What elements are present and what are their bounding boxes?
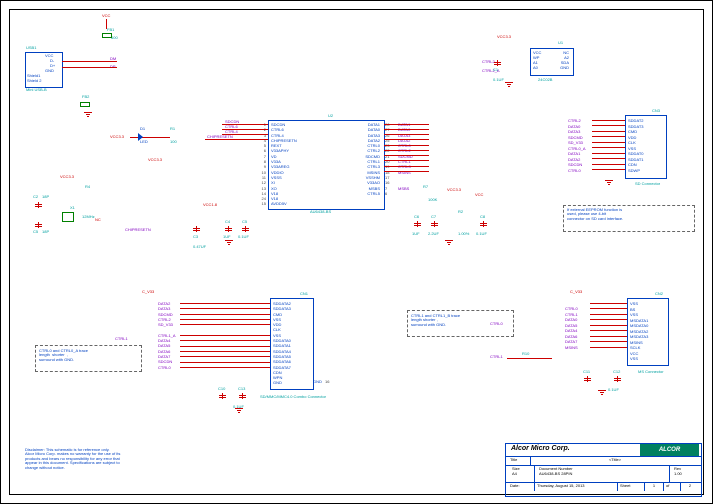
ctrl9-sig: CTRL1 bbox=[115, 337, 128, 341]
usb-ref: USB1 bbox=[26, 46, 36, 50]
c1-val: 0.1UF bbox=[493, 78, 504, 82]
c6-ref: C6 bbox=[414, 215, 419, 219]
u2-left-pins: SDCDN CTRL6 CTRL4 CHIPRESETN REXT V33APH… bbox=[271, 122, 297, 207]
note-sd: If external EEPROM function is used, ple… bbox=[567, 208, 623, 221]
r4-nc: NC bbox=[95, 218, 101, 222]
r1-ref: R1 bbox=[170, 127, 175, 131]
r2-ref: R2 bbox=[458, 210, 463, 214]
cn1-sigs: DATA2 DATA3 SDCMD CTRL2 SD_V33 CTRL1_A D… bbox=[158, 301, 176, 370]
cn3-pins: SDDAT2 SDDAT3 CMD VDD CLK VSS SDDAT0 SDD… bbox=[628, 118, 643, 173]
logo: ALCOR bbox=[640, 444, 699, 456]
c1-ref: C1 bbox=[493, 68, 498, 72]
u1-part: 24C02B bbox=[538, 78, 552, 82]
c10-ref: C10 bbox=[218, 387, 225, 391]
u1-lp: VCC WP A1 A0 bbox=[533, 50, 541, 70]
vcc33-u1: VCC3.3 bbox=[497, 35, 511, 39]
vcc-label: VCC bbox=[102, 14, 110, 18]
u1-ref: U1 bbox=[558, 41, 563, 45]
vcc33-x: VCC3.3 bbox=[60, 175, 74, 179]
vcc18: VCC1.8 bbox=[203, 203, 217, 207]
cv33-2: C_V33 bbox=[570, 290, 582, 294]
ctrl1-cn2: CTRL1 bbox=[490, 355, 503, 359]
cn1-gnd16: 16 bbox=[325, 380, 329, 384]
tb-title-lbl: Title bbox=[508, 457, 531, 465]
cn3-type: SD Connector bbox=[635, 182, 660, 186]
chipresetn-sig: CHIPRESETN bbox=[125, 228, 151, 232]
vcc33-r: VCC3.3 bbox=[447, 188, 461, 192]
r10-ref: R10 bbox=[522, 352, 529, 356]
fb2-ref: FB2 bbox=[82, 95, 89, 99]
c3-ref: C3 bbox=[193, 235, 198, 239]
c8-val: 0.1UF bbox=[476, 232, 487, 236]
c13-ref: C13 bbox=[238, 387, 245, 391]
u1-rp: NC A2 SDA GND bbox=[553, 50, 569, 70]
fb1-ref: FB1 bbox=[107, 28, 114, 32]
company: Alcor Micro Corp. bbox=[508, 444, 640, 456]
cn1-ref: CN1 bbox=[300, 292, 308, 296]
title-block: Alcor Micro Corp. ALCOR Title<Title> Siz… bbox=[505, 443, 702, 497]
c5-ref: C5 bbox=[33, 230, 38, 234]
u2-right-pins: DATA1 DATA0 DATA3 DATA2 CTRL0 CTRL2 SDCM… bbox=[358, 122, 380, 196]
led-icon bbox=[138, 133, 143, 141]
cv33-1: C_V33 bbox=[142, 290, 154, 294]
c5-val: 18P bbox=[42, 230, 49, 234]
cn1-type: SD/MMC/MMC4.0 Combo Connector bbox=[260, 395, 326, 399]
r7-ref: R7 bbox=[423, 185, 428, 189]
vcc33-b: VCC3.3 bbox=[148, 158, 162, 162]
cn3-sigs: CTRL2 DATA0 DATA3 SDCMD SD_V33 CTRL0_A D… bbox=[568, 118, 586, 173]
cn2-pins: VSS BS VSS MSDATA1 MSDATA0 MSDATA2 MSDAT… bbox=[630, 301, 648, 362]
c4-val: 1UF bbox=[223, 235, 231, 239]
c6-val: 1UF bbox=[412, 232, 420, 236]
cn2-sigs: CTRL0 CTRL1 DATA0 DATA5 DATA4 DATA6 DATA… bbox=[565, 306, 578, 350]
cn1-gndlbl: GND bbox=[313, 380, 322, 384]
c8-ref: C8 bbox=[480, 215, 485, 219]
c4-ref: C4 bbox=[225, 220, 230, 224]
c7-val: 2.2UF bbox=[428, 232, 439, 236]
usb-type: Mini USB-B bbox=[26, 88, 47, 92]
u1-s0: CTRL2 bbox=[482, 60, 495, 64]
cn1-pins: SDDATA2 SDDATA3 CMD VSS VDD CLK VSS SDDA… bbox=[273, 301, 291, 386]
r4-ref: R4 bbox=[85, 185, 90, 189]
cn2-ref: CN2 bbox=[655, 292, 663, 296]
d1-ref: D1 bbox=[140, 127, 145, 131]
note1: CTRL0 and CTRL0_A trace length shorter ,… bbox=[39, 349, 88, 362]
disclaimer: Disclaimer: This schematic is for refere… bbox=[25, 448, 120, 470]
c3-val: 0.47UF bbox=[193, 245, 206, 249]
note2: CTRL1 and CTRL1_B trace length shorter ,… bbox=[411, 314, 460, 327]
x1-ref: X1 bbox=[70, 206, 75, 210]
u2-rsig: DATA1 DATA0 DATA3 DATA2 CTRL0 CTRL2 SDCM… bbox=[398, 122, 413, 191]
u2-part: AU6438-BS bbox=[310, 210, 331, 214]
c12-val: 0.1UF bbox=[608, 388, 619, 392]
r7-val: 100K bbox=[428, 198, 437, 202]
drawing-area: VCC USB1 Mini USB-B VCC D- D+ GND Shield… bbox=[9, 9, 704, 495]
u2-ref: U2 bbox=[328, 114, 333, 118]
vcc33-led: VCC3.3 bbox=[110, 135, 124, 139]
c12-ref: C12 bbox=[613, 370, 620, 374]
c5b-ref: C5 bbox=[242, 220, 247, 224]
c2-ref: C2 bbox=[33, 195, 38, 199]
cn2-type: MS Connector bbox=[638, 370, 664, 374]
c2-val: 18P bbox=[42, 195, 49, 199]
usb-pin3: GND bbox=[45, 69, 54, 73]
r2-val: 1.00% bbox=[458, 232, 469, 236]
tb-title: <Title> bbox=[531, 457, 699, 465]
schematic-sheet: VCC USB1 Mini USB-B VCC D- D+ GND Shield… bbox=[0, 0, 713, 504]
c5b-val: 0.1UF bbox=[238, 235, 249, 239]
fb1-val: 600 bbox=[111, 36, 118, 40]
cn3-ref: CN3 bbox=[652, 109, 660, 113]
x1-val: 12MHz bbox=[82, 215, 95, 219]
c7-ref: C7 bbox=[431, 215, 436, 219]
vcc-r: VCC bbox=[475, 193, 483, 197]
usb-pin5: Shield 2 bbox=[27, 79, 41, 83]
c11-ref: C11 bbox=[583, 370, 590, 374]
r1-val: 100 bbox=[170, 140, 177, 144]
